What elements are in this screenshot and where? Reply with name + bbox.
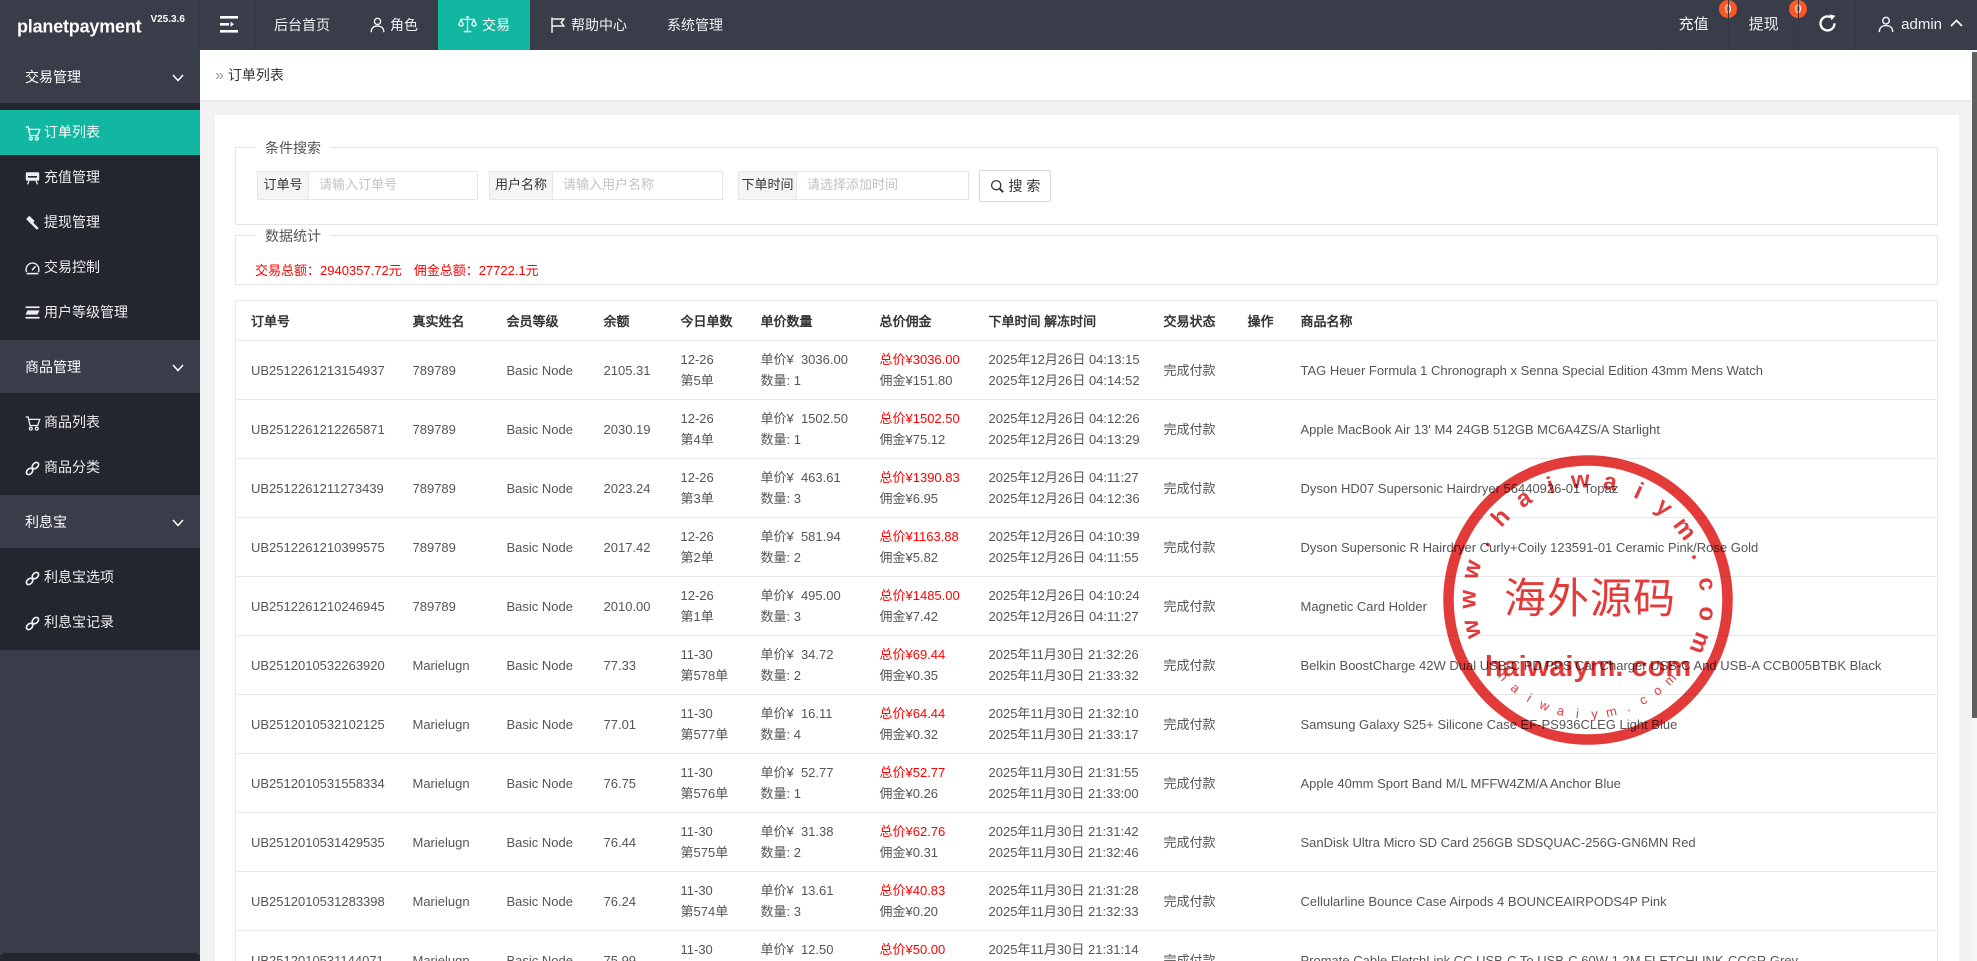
svg-text:o: o [1650, 682, 1665, 698]
svg-text:w: w [1456, 616, 1487, 642]
svg-text:.: . [1686, 547, 1714, 563]
svg-text:c: c [1693, 576, 1722, 593]
svg-text:海外源码: 海外源码 [1504, 577, 1676, 623]
svg-text:.: . [1623, 699, 1632, 714]
svg-text:i: i [1524, 691, 1534, 705]
svg-text:.: . [1470, 532, 1497, 551]
svg-text:i: i [1575, 706, 1579, 721]
svg-text:w: w [1456, 557, 1487, 583]
svg-text:a: a [1555, 703, 1566, 719]
svg-text:a: a [1511, 483, 1537, 513]
svg-text:c: c [1637, 691, 1650, 708]
svg-text:w: w [1536, 696, 1552, 714]
svg-text:y: y [1650, 493, 1678, 523]
svg-text:y: y [1591, 706, 1599, 721]
svg-text:w: w [1569, 466, 1591, 494]
svg-text:w: w [1454, 590, 1481, 610]
svg-text:i: i [1630, 478, 1647, 505]
svg-text:i: i [1544, 472, 1559, 500]
svg-text:a: a [1601, 468, 1620, 497]
svg-text:o: o [1693, 605, 1722, 623]
svg-text:m: m [1604, 703, 1618, 720]
